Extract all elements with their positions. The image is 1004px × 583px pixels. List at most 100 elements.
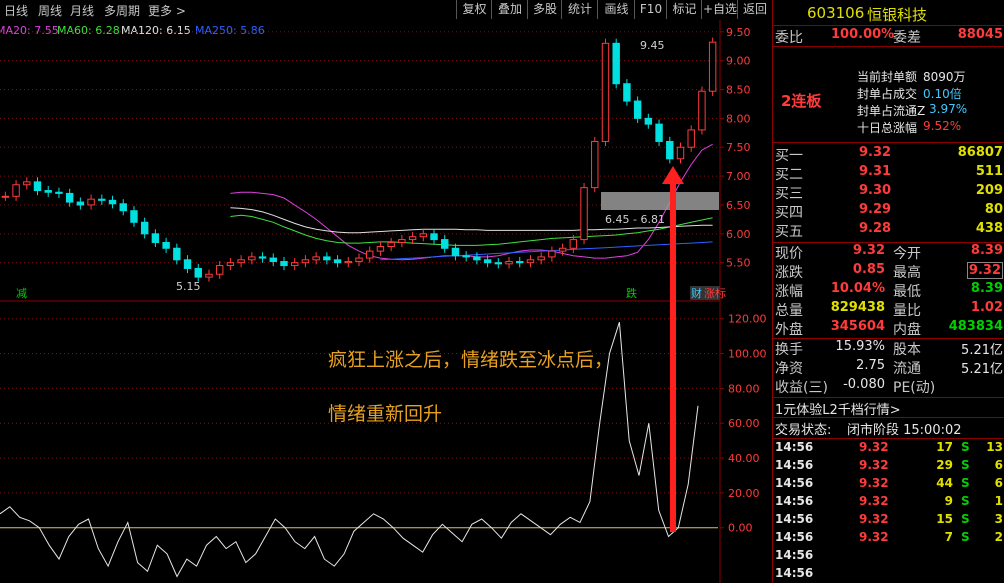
trade-status: 交易状态: 闭市阶段 15:00:02 <box>775 423 962 438</box>
candle-body <box>290 262 299 267</box>
period-tab-4[interactable]: 更多 > <box>148 2 186 19</box>
candle-body <box>344 261 352 264</box>
price-tick-6: 6.50 <box>726 199 751 212</box>
ma-legend-2: MA120: 6.15 <box>121 24 191 37</box>
candle-body <box>398 239 406 243</box>
candle-body <box>516 261 524 264</box>
candle-body <box>548 250 556 258</box>
price-tick-0: 9.50 <box>726 26 751 39</box>
mark-right2: 涨标 <box>704 286 726 300</box>
buy-level-2: 买三 9.30 209 <box>775 183 1003 202</box>
candle-body <box>687 129 695 148</box>
candle-body <box>366 250 374 259</box>
candle-body <box>108 199 117 205</box>
candle-body <box>323 256 331 261</box>
candle-body <box>183 259 192 269</box>
buy-level-1: 买二 9.31 511 <box>775 164 1003 183</box>
toolbar-btn-3[interactable]: 统计 <box>561 0 598 19</box>
candle-body <box>666 140 674 160</box>
tick-row-2: 14:56 9.32 44 S 6 <box>775 476 1003 490</box>
candle-body <box>376 246 385 252</box>
candle-body <box>462 255 470 258</box>
toolbar-btn-4[interactable]: 画线 <box>597 0 635 19</box>
toolbar-btn-5[interactable]: F10 <box>634 0 667 19</box>
fengdan-row-3: 十日总涨幅 9.52% <box>857 119 962 135</box>
period-tab-1[interactable]: 周线 <box>38 2 62 19</box>
candle-body <box>194 267 202 278</box>
period-tab-2[interactable]: 月线 <box>70 2 94 19</box>
ma-legend-0: MA20: 7.55 <box>0 24 59 37</box>
ma-legend: MA20: 7.55MA60: 6.28 MA120: 6.15 MA250: 5.… <box>0 24 265 37</box>
candle-body <box>569 239 578 249</box>
candle-body <box>237 259 245 264</box>
candle-body <box>98 198 106 201</box>
candle-body <box>44 190 52 193</box>
ma-legend-1: MA60: 6.28 <box>57 24 120 37</box>
price-tick-5: 7.00 <box>726 170 751 183</box>
red-arrow <box>662 166 684 532</box>
price-tick-4: 7.50 <box>726 141 751 154</box>
candle-body <box>301 259 310 264</box>
kline-chart[interactable]: MA20: 7.55MA60: 6.28 MA120: 6.15 MA250: 5.… <box>0 20 771 583</box>
toolbar-btn-7[interactable]: +自选 <box>701 0 738 19</box>
candle-body <box>205 273 213 278</box>
box-range-label: 6.45 - 6.81 <box>605 213 665 226</box>
buy-level-0: 买一 9.32 86807 <box>775 145 1003 164</box>
candle-body <box>505 261 513 265</box>
toolbar-btn-8[interactable]: 返回 <box>737 0 772 19</box>
stat2-row-2: 收益(三) -0.080 PE(动) <box>775 377 936 396</box>
candle-body <box>312 256 320 261</box>
candle-body <box>430 233 438 241</box>
candle-body <box>441 239 449 249</box>
oscillator-axis: 120.00 100.00 80.00 60.00 40.00 20.00 0.00 <box>720 313 767 535</box>
candle-body <box>248 256 256 261</box>
mark-mid: 跌 <box>626 286 637 300</box>
candle-body <box>408 236 417 241</box>
candle-body <box>623 83 631 102</box>
osc-tick-4: 40.00 <box>728 452 760 465</box>
stat2-row-0: 换手 15.93% 股本 5.21亿 <box>775 339 1003 358</box>
toolbar-btn-2[interactable]: 多股 <box>527 0 562 19</box>
toolbar-btn-6[interactable]: 标记 <box>666 0 702 19</box>
candle-body <box>23 181 31 186</box>
candle-body <box>226 262 235 267</box>
tick-row-6: 14:56 <box>775 548 814 562</box>
candle-body <box>451 247 460 257</box>
candle-body <box>12 184 20 197</box>
candle-body <box>33 181 42 192</box>
candle-body <box>130 210 138 223</box>
candle-body <box>591 140 599 189</box>
candle-body <box>76 201 85 206</box>
candle-body <box>87 198 95 206</box>
webi-row: 委比 100.00% 委差 88045 <box>775 27 1003 46</box>
toolbar-btn-0[interactable]: 复权 <box>456 0 492 19</box>
price-grid <box>0 31 718 264</box>
stock-code: 603106 <box>807 4 865 22</box>
candle-body <box>644 117 653 125</box>
tick-row-7: 14:56 <box>775 566 814 580</box>
annotation-text-1: 疯狂上涨之后，情绪跌至冰点后， <box>328 349 613 371</box>
candle-body <box>708 41 717 92</box>
l2-promo-link[interactable]: 1元体验L2千档行情> <box>773 399 1004 418</box>
candle-body <box>333 259 342 264</box>
candle-body <box>483 259 492 264</box>
candle-body <box>280 261 288 267</box>
highlight-box <box>601 192 719 210</box>
price-tick-3: 8.00 <box>726 112 751 125</box>
candle-body <box>655 123 663 142</box>
toolbar-btn-1[interactable]: 叠加 <box>491 0 528 19</box>
stat-row-1: 涨跌 0.85 最高 9.32 <box>775 262 1003 281</box>
candles <box>1 37 717 282</box>
stat-row-3: 总量 829438 量比 1.02 <box>775 300 1003 319</box>
period-tab-3[interactable]: 多周期 <box>104 2 140 19</box>
period-tab-0[interactable]: 日线 <box>4 2 28 19</box>
stock-header: 603106 恒银科技 <box>773 4 1004 26</box>
tick-row-0: 14:56 9.32 17 S 13 <box>775 440 1003 454</box>
candle-body <box>173 247 181 261</box>
candle-body <box>526 259 535 264</box>
candle-body <box>537 256 545 261</box>
chart-annotations: 6.45 - 6.81 9.45 5.15 减 跌 财 涨标 <box>0 20 726 583</box>
candle-body <box>473 256 481 261</box>
osc-tick-2: 80.00 <box>728 382 760 395</box>
price-axis: 9.50 9.00 8.50 8.00 7.50 7.00 6.50 6.00 5.50 <box>720 26 751 270</box>
